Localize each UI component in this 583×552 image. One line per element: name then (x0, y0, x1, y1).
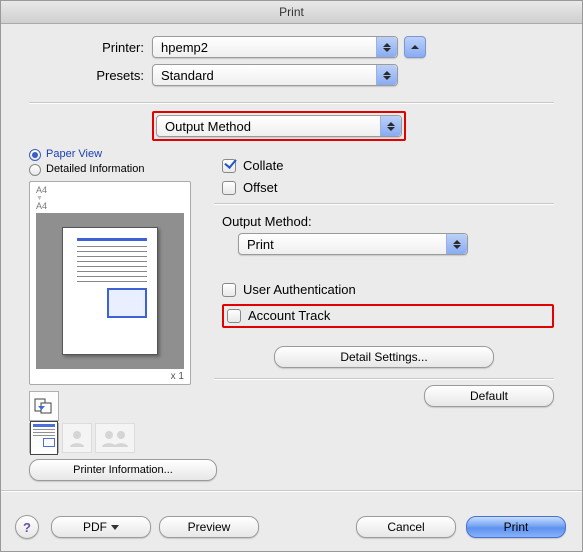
highlight-account-track: Account Track (222, 304, 554, 328)
chevron-down-icon (111, 525, 119, 530)
page-layout-icon[interactable] (29, 423, 59, 453)
paper-size-bottom: A4 (36, 202, 184, 211)
detailed-info-label: Detailed Information (46, 162, 144, 177)
divider (29, 102, 554, 103)
collate-label: Collate (243, 157, 283, 175)
expand-toggle-button[interactable] (404, 36, 426, 58)
chevron-up-icon (411, 45, 419, 49)
divider (1, 490, 582, 491)
cancel-button[interactable]: Cancel (356, 516, 456, 538)
single-user-icon[interactable] (62, 423, 92, 453)
printer-information-button[interactable]: Printer Information... (29, 459, 217, 481)
print-dialog: Print Printer: hpemp2 Presets: Standard (0, 0, 583, 552)
printer-select[interactable]: hpemp2 (152, 36, 398, 58)
help-button[interactable]: ? (15, 515, 39, 539)
chevron-updown-icon (376, 65, 397, 85)
chevron-updown-icon (380, 116, 401, 136)
printer-label: Printer: (29, 40, 152, 55)
divider (214, 378, 554, 379)
detail-settings-button[interactable]: Detail Settings... (274, 346, 494, 368)
printer-row: Printer: hpemp2 (29, 36, 554, 58)
printer-select-value: hpemp2 (161, 40, 208, 55)
chevron-down-icon: ▼ (36, 195, 184, 202)
output-method-select[interactable]: Print (238, 233, 468, 255)
output-method-label: Output Method: (222, 214, 554, 229)
detailed-info-radio[interactable]: Detailed Information (29, 162, 194, 177)
checkbox-on-icon (222, 159, 236, 173)
chevron-updown-icon (446, 234, 467, 254)
paper-view-label: Paper View (46, 147, 102, 162)
presets-select-value: Standard (161, 68, 214, 83)
printer-queue-icon[interactable] (29, 391, 59, 421)
panel-select-value: Output Method (165, 119, 251, 134)
offset-label: Offset (243, 179, 277, 197)
chevron-updown-icon (376, 37, 397, 57)
pdf-label: PDF (83, 520, 107, 534)
output-method-value: Print (247, 237, 274, 252)
page-thumbnail-icon (62, 227, 158, 355)
multi-user-icon[interactable] (95, 423, 135, 453)
highlight-panel-select: Output Method (152, 111, 406, 141)
paper-size-top: A4 (36, 186, 184, 195)
user-authentication-label: User Authentication (243, 281, 356, 299)
presets-label: Presets: (29, 68, 152, 83)
checkbox-off-icon (222, 283, 236, 297)
thumbnail-buttons (29, 391, 194, 421)
divider (214, 203, 554, 204)
default-button[interactable]: Default (424, 385, 554, 407)
panel-select[interactable]: Output Method (156, 115, 402, 137)
preview-button[interactable]: Preview (159, 516, 259, 538)
window-title: Print (1, 1, 582, 24)
account-track-label: Account Track (248, 307, 330, 325)
preview-pane: Paper View Detailed Information A4 ▼ A4 (29, 143, 194, 484)
checkbox-off-icon (227, 309, 241, 323)
page-preview: A4 ▼ A4 x 1 (29, 181, 191, 385)
presets-row: Presets: Standard (29, 64, 554, 86)
checkbox-off-icon (222, 181, 236, 195)
presets-select[interactable]: Standard (152, 64, 398, 86)
paper-view-radio[interactable]: Paper View (29, 147, 194, 162)
account-track-checkbox[interactable]: Account Track (227, 307, 330, 325)
user-authentication-checkbox[interactable]: User Authentication (222, 281, 554, 299)
offset-checkbox[interactable]: Offset (222, 179, 554, 197)
collate-checkbox[interactable]: Collate (222, 157, 554, 175)
dialog-buttons: ? PDF Preview Cancel Print (1, 505, 582, 551)
radio-on-icon (29, 149, 41, 161)
pdf-button[interactable]: PDF (51, 516, 151, 538)
copy-count: x 1 (30, 371, 190, 384)
radio-off-icon (29, 164, 41, 176)
print-button[interactable]: Print (466, 516, 566, 538)
